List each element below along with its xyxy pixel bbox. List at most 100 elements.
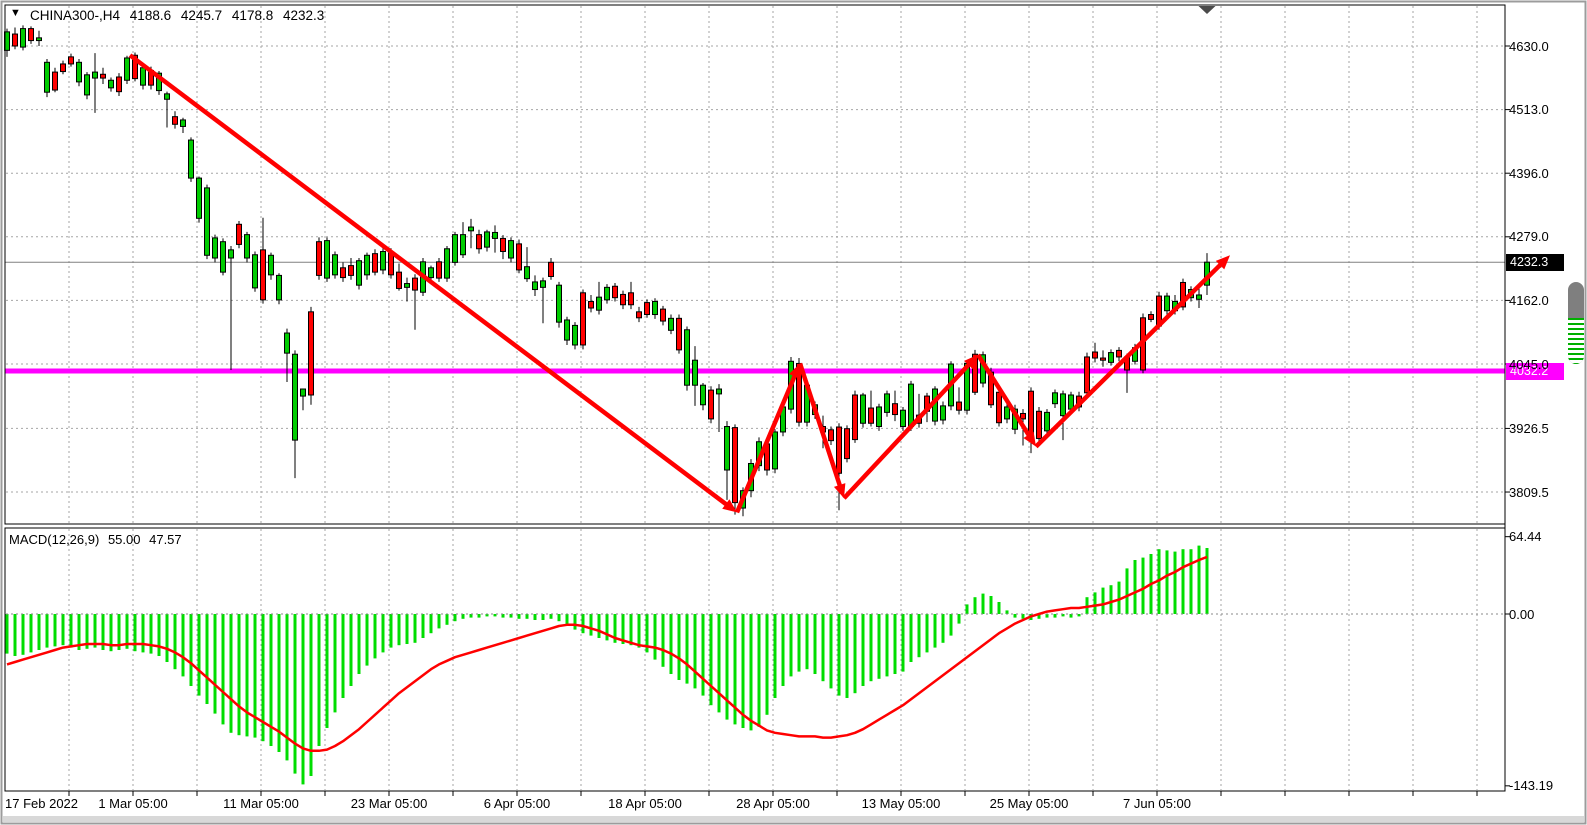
price-axis-label: 4513.0 [1509, 102, 1549, 117]
macd-histogram-bar [422, 614, 425, 638]
macd-histogram-bar [14, 614, 17, 656]
macd-histogram-bar [134, 614, 137, 651]
candle-up [181, 120, 186, 127]
candle-up [861, 395, 866, 423]
candle-down [173, 117, 178, 125]
chart-canvas[interactable] [0, 0, 1587, 825]
macd-indicator-label: MACD(12,26,9) 55.00 47.57 [9, 532, 187, 547]
macd-histogram-bar [1198, 546, 1201, 614]
candle-up [381, 251, 386, 269]
candle-up [357, 261, 362, 285]
macd-histogram-bar [318, 614, 321, 746]
macd-histogram-bar [1094, 592, 1097, 614]
macd-histogram-bar [958, 614, 961, 624]
macd-histogram-bar [606, 614, 609, 640]
macd-histogram-bar [358, 614, 361, 674]
candle-down [581, 293, 586, 345]
macd-histogram-bar [350, 614, 353, 686]
macd-histogram-bar [574, 614, 577, 630]
candle-up [77, 62, 82, 82]
candle-up [469, 227, 474, 231]
candle-up [213, 238, 218, 258]
macd-histogram-bar [1070, 614, 1073, 618]
candle-up [285, 333, 290, 353]
macd-histogram-bar [222, 614, 225, 724]
macd-histogram-bar [950, 614, 953, 636]
candle-up [453, 235, 458, 263]
macd-histogram-bar [390, 614, 393, 648]
candle-up [229, 250, 234, 258]
candle-up [325, 241, 330, 279]
macd-histogram-bar [590, 614, 593, 636]
candle-up [701, 385, 706, 405]
time-axis-label: 17 Feb 2022 [5, 796, 78, 811]
macd-histogram-bar [478, 614, 481, 618]
candle-down [893, 404, 898, 415]
macd-histogram-bar [694, 614, 697, 688]
macd-axis-label: 0.00 [1509, 607, 1534, 622]
candle-up [405, 284, 410, 288]
macd-histogram-bar [1014, 614, 1017, 618]
macd-histogram-bar [6, 614, 9, 654]
macd-histogram-bar [662, 614, 665, 667]
macd-histogram-bar [998, 602, 1001, 614]
macd-histogram-bar [150, 614, 153, 654]
candle-down [341, 268, 346, 278]
candle-up [941, 406, 946, 420]
macd-histogram-bar [558, 614, 561, 621]
price-axis-label: 4630.0 [1509, 39, 1549, 54]
macd-histogram-bar [462, 614, 465, 619]
macd-histogram-bar [846, 614, 849, 698]
macd-histogram-bar [46, 614, 49, 648]
candle-down [237, 224, 242, 244]
scroll-indicator[interactable] [1568, 282, 1584, 364]
macd-histogram-bar [382, 614, 385, 652]
macd-histogram-bar [406, 614, 409, 644]
candle-up [293, 354, 298, 440]
candle-down [317, 242, 322, 276]
candle-down [53, 72, 58, 90]
macd-histogram-bar [470, 614, 473, 618]
candle-down [261, 250, 266, 300]
macd-histogram-bar [678, 614, 681, 680]
macd-histogram-bar [454, 614, 457, 621]
macd-histogram-bar [214, 614, 217, 714]
macd-histogram-bar [598, 614, 601, 638]
macd-histogram-bar [542, 614, 545, 620]
candle-up [93, 72, 98, 78]
macd-histogram-bar [534, 614, 537, 620]
candle-up [253, 255, 258, 288]
candle-up [301, 389, 306, 396]
candle-up [141, 68, 146, 85]
candle-up [333, 255, 338, 275]
candle-down [997, 392, 1002, 422]
macd-histogram-bar [54, 614, 57, 646]
macd-histogram-bar [438, 614, 441, 628]
price-axis-label: 3926.5 [1509, 421, 1549, 436]
candle-down [645, 303, 650, 315]
ohlc-close: 4232.3 [283, 8, 324, 23]
time-axis-label: 6 Apr 05:00 [484, 796, 551, 811]
candle-up [125, 58, 130, 80]
candle-up [653, 301, 658, 314]
ohlc-high: 4245.7 [181, 8, 222, 23]
macd-histogram-bar [334, 614, 337, 712]
candle-down [621, 294, 626, 304]
macd-histogram-bar [198, 614, 201, 696]
candle-down [829, 430, 834, 441]
candle-down [709, 390, 714, 419]
macd-histogram-bar [246, 614, 249, 736]
candle-up [1045, 412, 1050, 430]
candle-up [109, 80, 114, 88]
candle-up [21, 29, 26, 47]
candle-up [533, 282, 538, 290]
macd-axis-label: -143.19 [1509, 778, 1553, 793]
macd-histogram-bar [1142, 558, 1145, 614]
candle-up [1053, 393, 1058, 404]
ohlc-low: 4178.8 [232, 8, 273, 23]
macd-histogram-bar [806, 614, 809, 669]
candle-up [277, 275, 282, 299]
symbol-dropdown-icon[interactable]: ▼ [10, 7, 21, 19]
candle-up [365, 255, 370, 275]
candle-down [437, 262, 442, 278]
